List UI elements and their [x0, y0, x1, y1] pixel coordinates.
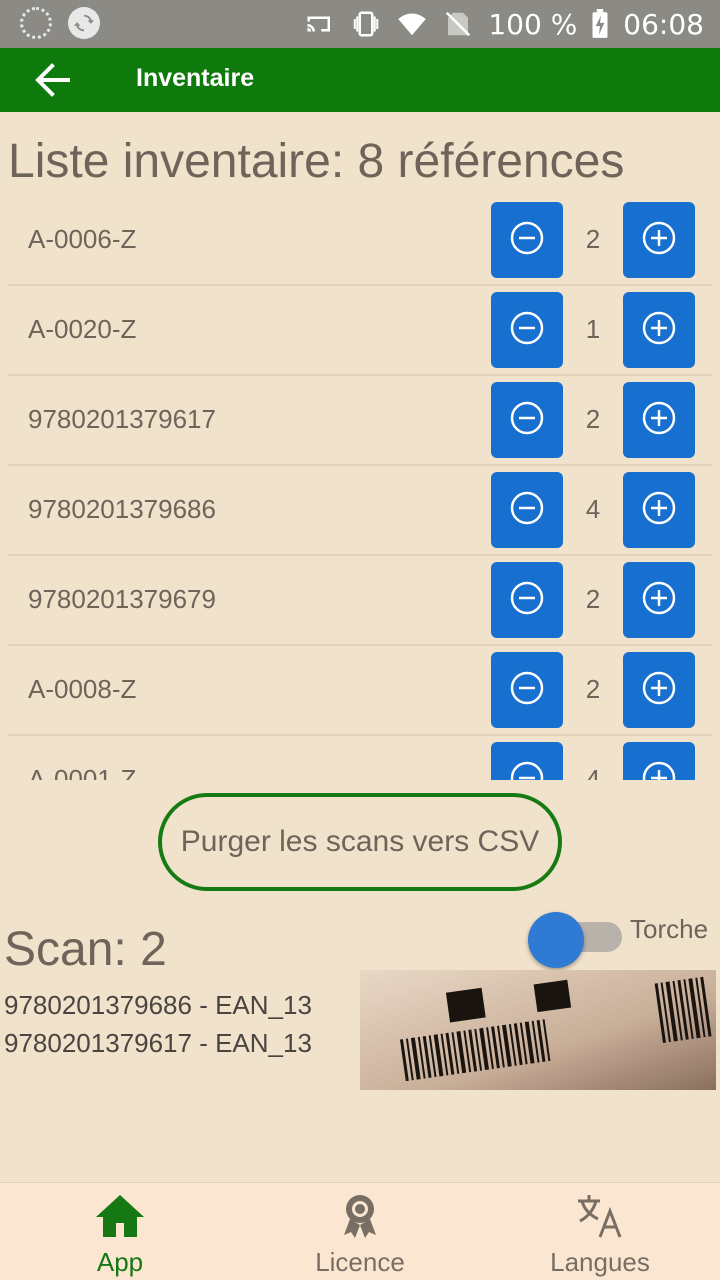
- wifi-icon: [398, 13, 427, 36]
- scan-result-line: 9780201379617 - EAN_13: [4, 1028, 312, 1058]
- minus-circle-icon: [509, 220, 545, 260]
- minus-circle-icon: [509, 310, 545, 350]
- minus-circle-icon: [509, 580, 545, 620]
- list-item: A-0006-Z 2: [8, 196, 712, 286]
- page-title: Inventaire: [136, 64, 255, 92]
- vibrate-icon: [354, 11, 379, 37]
- camera-preview: [360, 970, 716, 1090]
- minus-circle-icon: [509, 760, 545, 780]
- decrement-button[interactable]: [491, 472, 563, 548]
- item-quantity: 2: [585, 674, 601, 704]
- increment-button[interactable]: [623, 742, 695, 780]
- list-item: 9780201379617 2: [8, 376, 712, 466]
- minus-circle-icon: [509, 670, 545, 710]
- award-icon: [344, 1195, 376, 1238]
- plus-circle-icon: [641, 580, 677, 620]
- nav-licence-label: Licence: [315, 1247, 405, 1277]
- item-reference: 9780201379686: [28, 494, 216, 524]
- clock: 06:08: [623, 7, 704, 41]
- home-icon: [96, 1195, 144, 1237]
- increment-button[interactable]: [623, 202, 695, 278]
- increment-button[interactable]: [623, 652, 695, 728]
- nav-app[interactable]: App: [0, 1183, 240, 1280]
- scan-count-title: Scan: 2: [4, 923, 167, 976]
- item-quantity: 2: [585, 584, 601, 614]
- minus-circle-icon: [509, 400, 545, 440]
- battery-percent: 100 %: [488, 7, 578, 41]
- decrement-button[interactable]: [491, 382, 563, 458]
- scan-result-line: 9780201379686 - EAN_13: [4, 990, 312, 1020]
- item-quantity: 2: [585, 224, 601, 254]
- item-reference: A-0020-Z: [28, 314, 137, 344]
- list-item: A-0008-Z 2: [8, 646, 712, 736]
- item-reference: A-0001-Z: [28, 764, 137, 780]
- nav-langues[interactable]: Langues: [480, 1183, 720, 1280]
- torch-label: Torche: [630, 914, 709, 944]
- nav-langues-label: Langues: [550, 1247, 650, 1277]
- decrement-button[interactable]: [491, 292, 563, 368]
- battery-charging-icon: [592, 9, 608, 38]
- list-item: A-0001-Z 4: [8, 736, 712, 780]
- plus-circle-icon: [641, 670, 677, 710]
- item-quantity: 4: [585, 494, 601, 524]
- sync-icon: [68, 7, 100, 39]
- item-quantity: 2: [585, 404, 601, 434]
- loading-icon: [20, 7, 52, 39]
- item-reference: A-0008-Z: [28, 674, 137, 704]
- app-bar: Inventaire: [0, 48, 720, 112]
- item-reference: 9780201379679: [28, 584, 216, 614]
- list-item: 9780201379686 4: [8, 466, 712, 556]
- item-reference: A-0006-Z: [28, 224, 137, 254]
- toggle-knob[interactable]: [528, 912, 584, 968]
- decrement-button[interactable]: [491, 562, 563, 638]
- plus-circle-icon: [641, 400, 677, 440]
- nav-licence[interactable]: Licence: [240, 1183, 480, 1280]
- minus-circle-icon: [509, 490, 545, 530]
- decrement-button[interactable]: [491, 742, 563, 780]
- inventory-list[interactable]: A-0006-Z 2 A-0020-Z 1 9780201379617 2 97802013…: [8, 196, 712, 780]
- list-item: 9780201379679 2: [8, 556, 712, 646]
- status-bar: 100 % 06:08: [0, 0, 720, 48]
- item-quantity: 4: [585, 764, 601, 780]
- decrement-button[interactable]: [491, 202, 563, 278]
- increment-button[interactable]: [623, 562, 695, 638]
- plus-circle-icon: [641, 760, 677, 780]
- back-arrow-icon[interactable]: [32, 62, 72, 98]
- plus-circle-icon: [641, 310, 677, 350]
- list-title: Liste inventaire: 8 références: [8, 135, 625, 188]
- bottom-navigation: App Licence Langues: [0, 1182, 720, 1280]
- increment-button[interactable]: [623, 292, 695, 368]
- plus-circle-icon: [641, 220, 677, 260]
- item-quantity: 1: [585, 314, 601, 344]
- increment-button[interactable]: [623, 472, 695, 548]
- cast-icon: [307, 16, 331, 32]
- translate-icon: [578, 1195, 622, 1238]
- decrement-button[interactable]: [491, 652, 563, 728]
- purge-csv-button[interactable]: Purger les scans vers CSV: [158, 793, 562, 891]
- nav-app-label: App: [96, 1247, 144, 1277]
- item-reference: 9780201379617: [28, 404, 216, 434]
- increment-button[interactable]: [623, 382, 695, 458]
- plus-circle-icon: [641, 490, 677, 530]
- list-item: A-0020-Z 1: [8, 286, 712, 376]
- torch-toggle[interactable]: [528, 912, 624, 968]
- no-sim-icon: [446, 11, 471, 37]
